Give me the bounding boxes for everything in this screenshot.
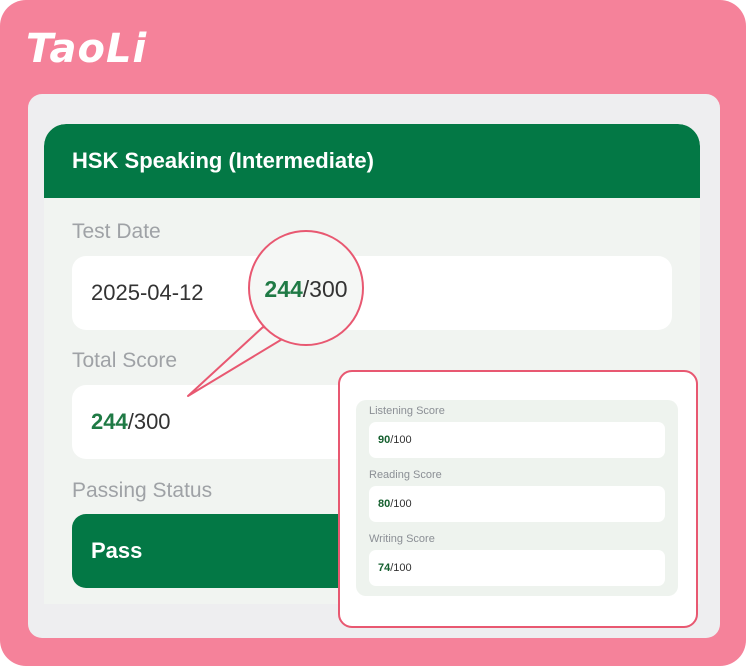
card-title: HSK Speaking (Intermediate) — [72, 148, 374, 173]
listening-score-field: 90/100 — [369, 422, 665, 458]
passing-status-label: Passing Status — [72, 479, 213, 502]
listening-score-label: Listening Score — [369, 405, 445, 417]
reading-score-max: /100 — [390, 498, 412, 510]
callout-score-number: 244 — [264, 276, 303, 302]
writing-score-label: Writing Score — [369, 533, 435, 545]
total-score-number: 244 — [91, 409, 128, 434]
total-score-value: 244/300 — [91, 385, 171, 459]
reading-score-label: Reading Score — [369, 469, 442, 481]
writing-score-max: /100 — [390, 562, 412, 574]
test-date-label: Test Date — [72, 220, 161, 243]
taoli-logo: TaoLi — [26, 26, 148, 72]
test-date-value: 2025-04-12 — [91, 280, 204, 305]
test-date-field: 2025-04-12 — [72, 256, 672, 330]
callout-score-max: /300 — [302, 276, 348, 302]
passing-status-value: Pass — [91, 538, 143, 563]
subscore-zoom-panel: Listening Score 90/100 Reading Score 80/… — [338, 370, 698, 628]
reading-score-number: 80 — [378, 498, 391, 510]
writing-score-field: 74/100 — [369, 550, 665, 586]
score-magnifier-callout: 244/300 — [248, 230, 364, 346]
total-score-label: Total Score — [72, 349, 178, 372]
listening-score-max: /100 — [390, 434, 412, 446]
listening-score-number: 90 — [378, 434, 391, 446]
total-score-max: /300 — [127, 409, 171, 434]
writing-score-number: 74 — [378, 562, 391, 574]
subscore-list: Listening Score 90/100 Reading Score 80/… — [356, 400, 678, 596]
callout-score: 244/300 — [250, 232, 362, 346]
app-frame: TaoLi HSK Speaking (Intermediate) Test D… — [0, 0, 746, 666]
card-header: HSK Speaking (Intermediate) — [44, 124, 700, 198]
reading-score-field: 80/100 — [369, 486, 665, 522]
